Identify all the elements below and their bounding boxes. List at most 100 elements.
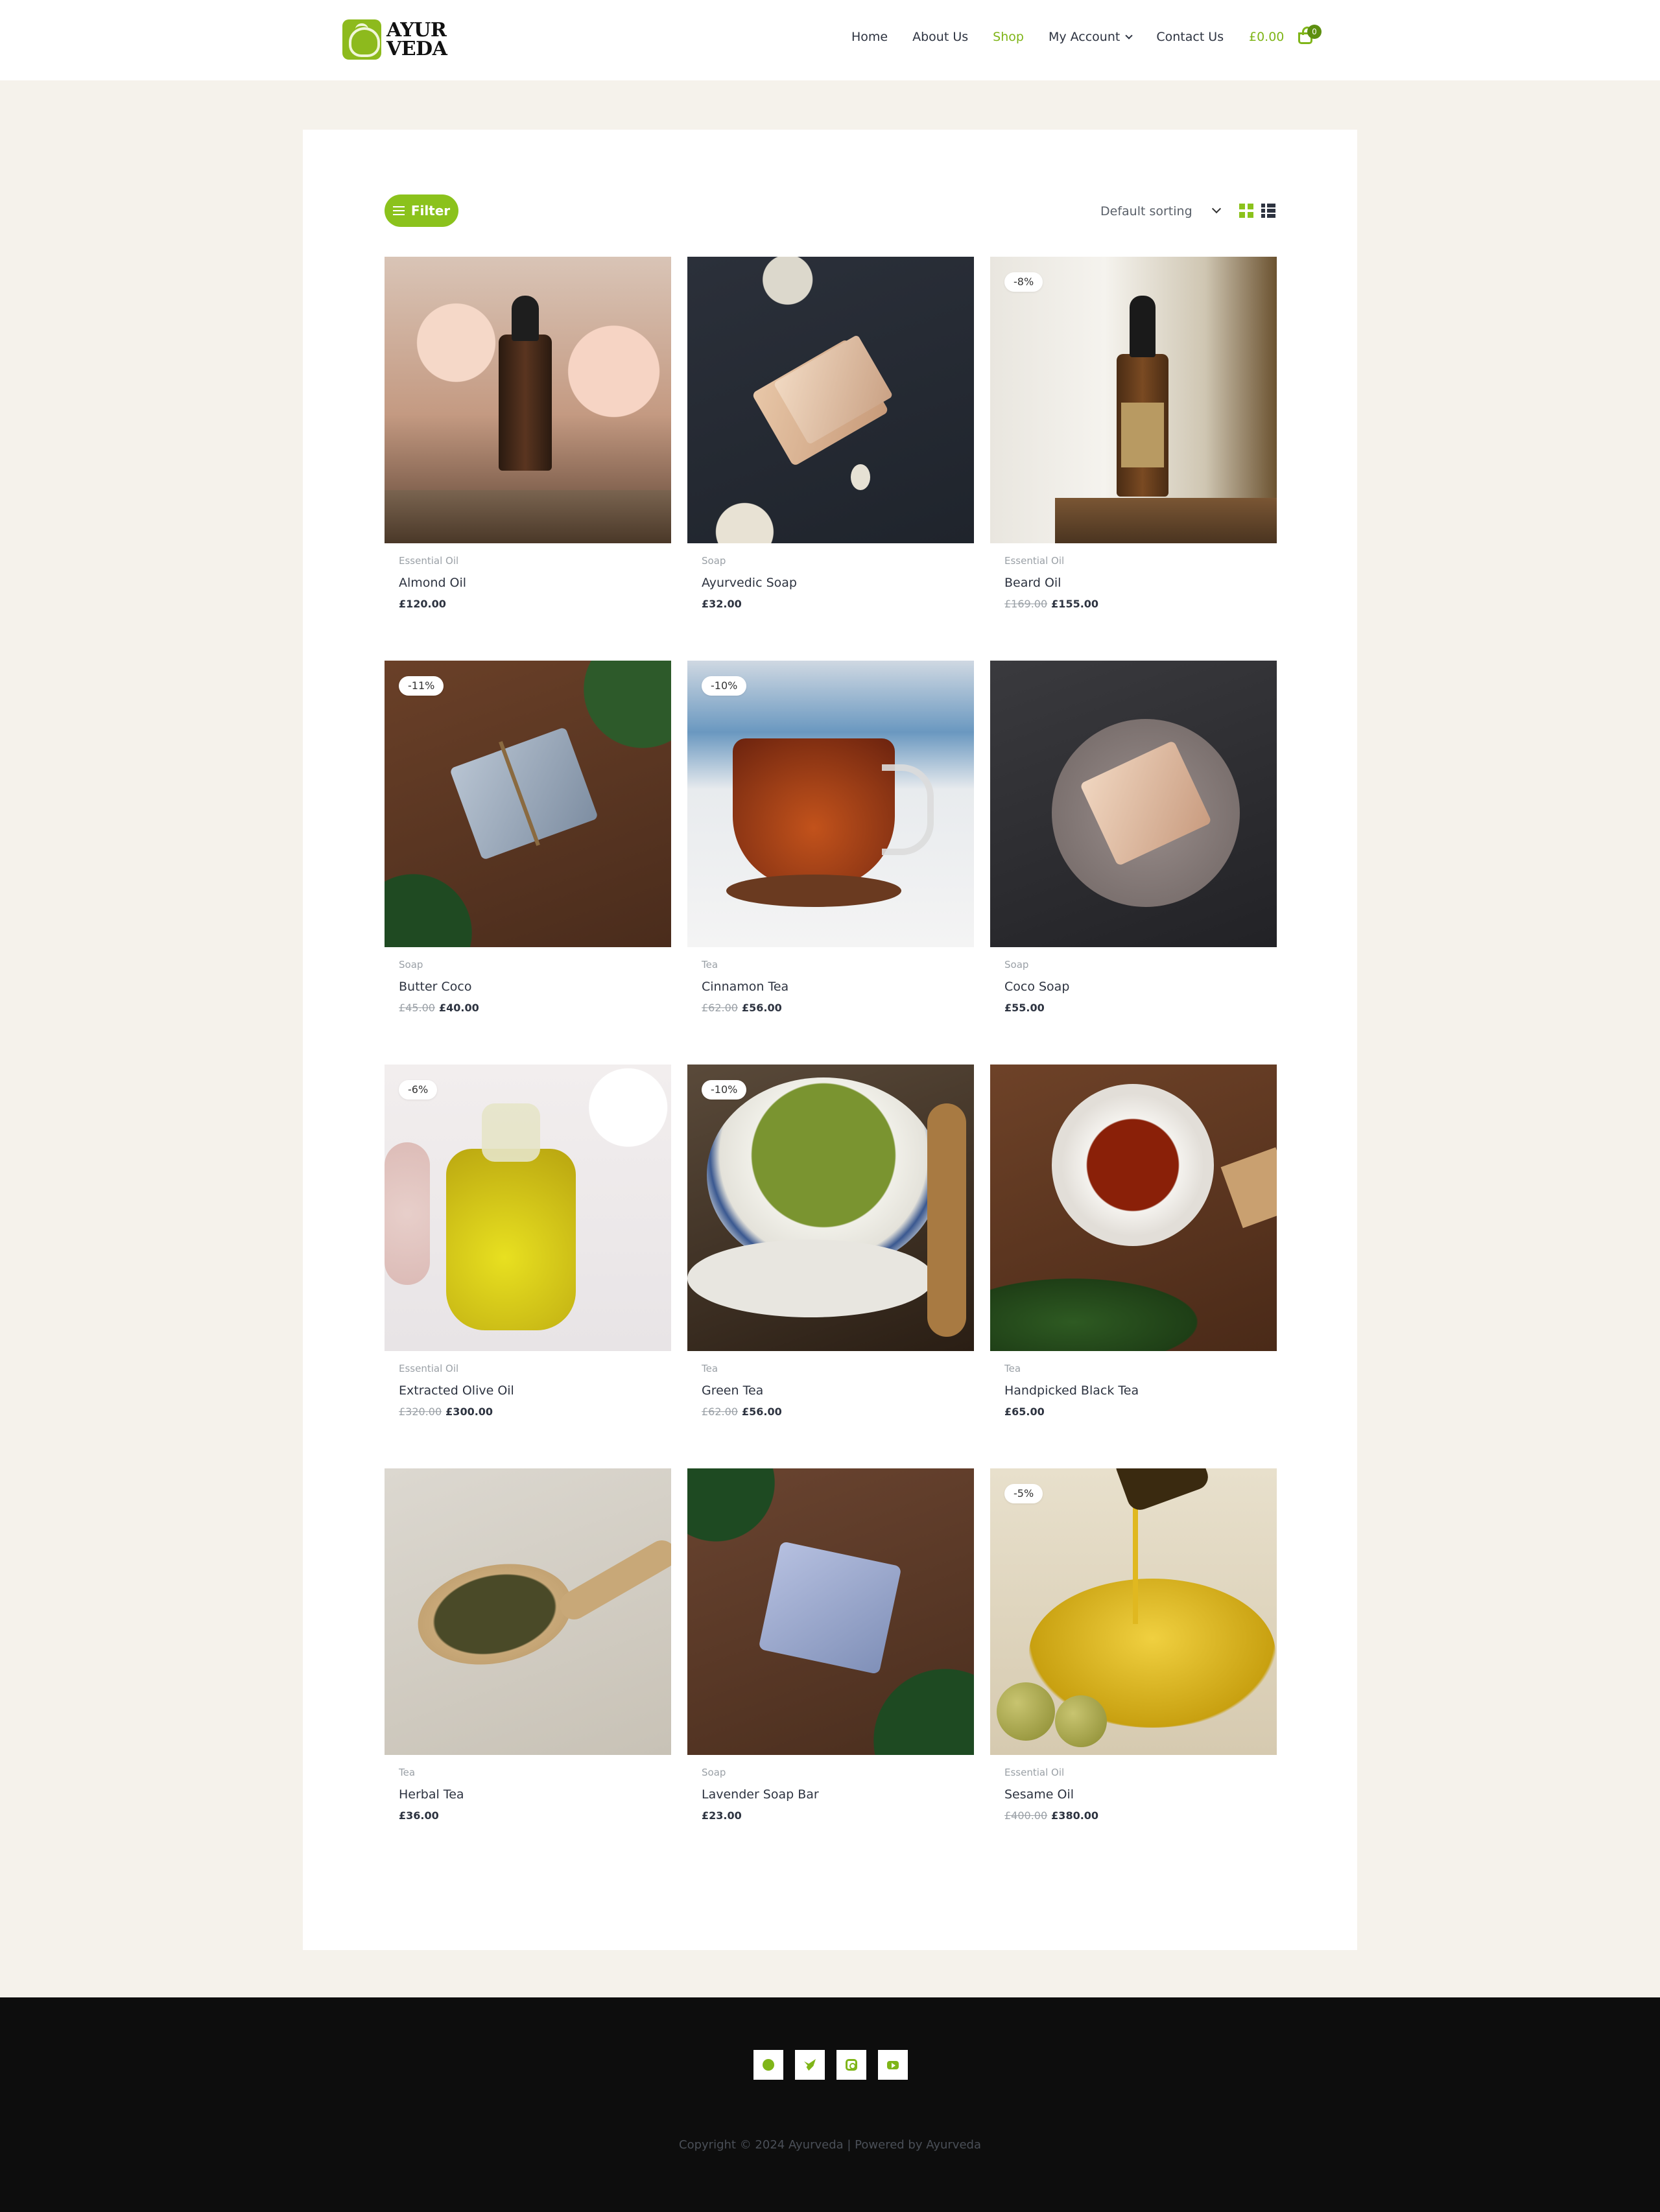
nav-contact-us[interactable]: Contact Us — [1156, 30, 1224, 44]
product-category: Soap — [702, 1767, 726, 1778]
product-current-price: £40.00 — [438, 1002, 479, 1014]
product-card[interactable]: Soap Ayurvedic Soap £32.00 — [687, 257, 974, 610]
product-current-price: £300.00 — [445, 1406, 493, 1418]
product-price: £36.00 — [385, 1809, 671, 1822]
product-name[interactable]: Handpicked Black Tea — [990, 1383, 1277, 1398]
instagram-link[interactable] — [836, 2050, 866, 2080]
product-old-price: £62.00 — [702, 1002, 738, 1014]
product-current-price: £55.00 — [1004, 1002, 1045, 1014]
product-image-sesame-oil[interactable]: -5% — [990, 1468, 1277, 1755]
product-card[interactable]: Tea Herbal Tea £36.00 — [385, 1468, 671, 1822]
product-old-price: £400.00 — [1004, 1809, 1048, 1822]
product-image-green-tea[interactable]: -10% — [687, 1065, 974, 1351]
logo-icon — [342, 19, 381, 60]
product-category: Tea — [399, 1767, 416, 1778]
product-name[interactable]: Ayurvedic Soap — [687, 576, 974, 590]
nav-my-account-label: My Account — [1048, 30, 1120, 44]
product-name[interactable]: Green Tea — [687, 1383, 974, 1398]
product-card[interactable]: -8% Essential Oil Beard Oil £169.00 £155.… — [990, 257, 1277, 610]
product-name[interactable]: Almond Oil — [385, 576, 671, 590]
facebook-link[interactable] — [753, 2050, 783, 2080]
logo-line-1: AYUR — [386, 19, 447, 41]
site-logo[interactable]: AYUR VEDA — [342, 19, 447, 60]
product-current-price: £380.00 — [1051, 1809, 1099, 1822]
chevron-down-icon — [1211, 204, 1222, 214]
shop-content: Filter Default sorting Essential Oil Alm… — [303, 130, 1357, 1950]
product-current-price: £56.00 — [741, 1002, 782, 1014]
sale-badge: -8% — [1004, 272, 1043, 292]
sale-badge: -5% — [1004, 1484, 1043, 1503]
logo-text: AYUR VEDA — [386, 19, 447, 59]
product-image-extracted-olive-oil[interactable]: -6% — [385, 1065, 671, 1351]
product-card[interactable]: Essential Oil Almond Oil £120.00 — [385, 257, 671, 610]
filter-button[interactable]: Filter — [385, 194, 458, 227]
product-card[interactable]: Soap Lavender Soap Bar £23.00 — [687, 1468, 974, 1822]
product-name[interactable]: Sesame Oil — [990, 1787, 1277, 1802]
product-card[interactable]: -6% Essential Oil Extracted Olive Oil £3… — [385, 1065, 671, 1418]
youtube-link[interactable] — [878, 2050, 908, 2080]
sorting-label: Default sorting — [1100, 204, 1192, 218]
product-old-price: £45.00 — [399, 1002, 435, 1014]
nav-about-us[interactable]: About Us — [912, 30, 968, 44]
cart-count-badge: 0 — [1307, 25, 1322, 39]
product-old-price: £62.00 — [702, 1406, 738, 1418]
product-card[interactable]: -10% Tea Green Tea £62.00 £56.00 — [687, 1065, 974, 1418]
product-name[interactable]: Herbal Tea — [385, 1787, 671, 1802]
product-image-ayurvedic-soap[interactable] — [687, 257, 974, 543]
sale-badge: -6% — [399, 1080, 438, 1100]
product-image-herbal-tea[interactable] — [385, 1468, 671, 1755]
product-image-handpicked-black-tea[interactable] — [990, 1065, 1277, 1351]
product-current-price: £32.00 — [702, 598, 742, 610]
header-cart[interactable]: £0.00 — [1249, 27, 1313, 44]
copyright-text: Copyright © 2024 Ayurveda | Powered by A… — [679, 2138, 981, 2152]
product-image-coco-soap[interactable] — [990, 661, 1277, 947]
product-name[interactable]: Beard Oil — [990, 576, 1277, 590]
product-current-price: £56.00 — [741, 1406, 782, 1418]
product-card[interactable]: -10% Tea Cinnamon Tea £62.00 £56.00 — [687, 661, 974, 1014]
product-image-beard-oil[interactable]: -8% — [990, 257, 1277, 543]
product-old-price: £320.00 — [399, 1406, 442, 1418]
filter-label: Filter — [410, 203, 451, 218]
product-price: £320.00 £300.00 — [385, 1406, 671, 1418]
product-image-butter-coco[interactable]: -11% — [385, 661, 671, 947]
product-current-price: £65.00 — [1004, 1406, 1045, 1418]
product-name[interactable]: Butter Coco — [385, 980, 671, 994]
sale-badge: -10% — [702, 1080, 747, 1100]
product-price: £62.00 £56.00 — [687, 1002, 974, 1014]
product-card[interactable]: -5% Essential Oil Sesame Oil £400.00 £380… — [990, 1468, 1277, 1822]
product-price: £62.00 £56.00 — [687, 1406, 974, 1418]
product-name[interactable]: Coco Soap — [990, 980, 1277, 994]
twitter-link[interactable] — [795, 2050, 825, 2080]
product-price: £55.00 — [990, 1002, 1277, 1014]
product-category: Soap — [1004, 959, 1029, 971]
nav-my-account[interactable]: My Account — [1048, 30, 1133, 44]
product-price: £65.00 — [990, 1406, 1277, 1418]
product-name[interactable]: Lavender Soap Bar — [687, 1787, 974, 1802]
product-category: Tea — [702, 1363, 718, 1374]
sorting-select[interactable]: Default sorting — [1100, 201, 1224, 222]
product-card[interactable]: Tea Handpicked Black Tea £65.00 — [990, 1065, 1277, 1418]
grid-view-icon[interactable] — [1239, 204, 1253, 218]
product-image-almond-oil[interactable] — [385, 257, 671, 543]
filter-icon — [392, 206, 405, 215]
product-category: Soap — [702, 555, 726, 567]
list-view-icon[interactable] — [1261, 204, 1275, 218]
product-image-lavender-soap-bar[interactable] — [687, 1468, 974, 1755]
product-card[interactable]: Soap Coco Soap £55.00 — [990, 661, 1277, 1014]
facebook-icon — [763, 2059, 774, 2071]
product-category: Soap — [399, 959, 423, 971]
product-image-cinnamon-tea[interactable]: -10% — [687, 661, 974, 947]
product-price: £23.00 — [687, 1809, 974, 1822]
product-price: £169.00 £155.00 — [990, 598, 1277, 610]
product-price: £120.00 — [385, 598, 671, 610]
product-category: Essential Oil — [1004, 1767, 1065, 1778]
twitter-icon — [804, 2059, 816, 2071]
site-header: AYUR VEDA Home About Us Shop My Account … — [0, 0, 1660, 80]
site-footer: Copyright © 2024 Ayurveda | Powered by A… — [0, 1997, 1660, 2212]
product-name[interactable]: Cinnamon Tea — [687, 980, 974, 994]
product-current-price: £36.00 — [399, 1809, 439, 1822]
product-card[interactable]: -11% Soap Butter Coco £45.00 £40.00 — [385, 661, 671, 1014]
nav-shop[interactable]: Shop — [993, 30, 1024, 44]
product-name[interactable]: Extracted Olive Oil — [385, 1383, 671, 1398]
nav-home[interactable]: Home — [851, 30, 888, 44]
